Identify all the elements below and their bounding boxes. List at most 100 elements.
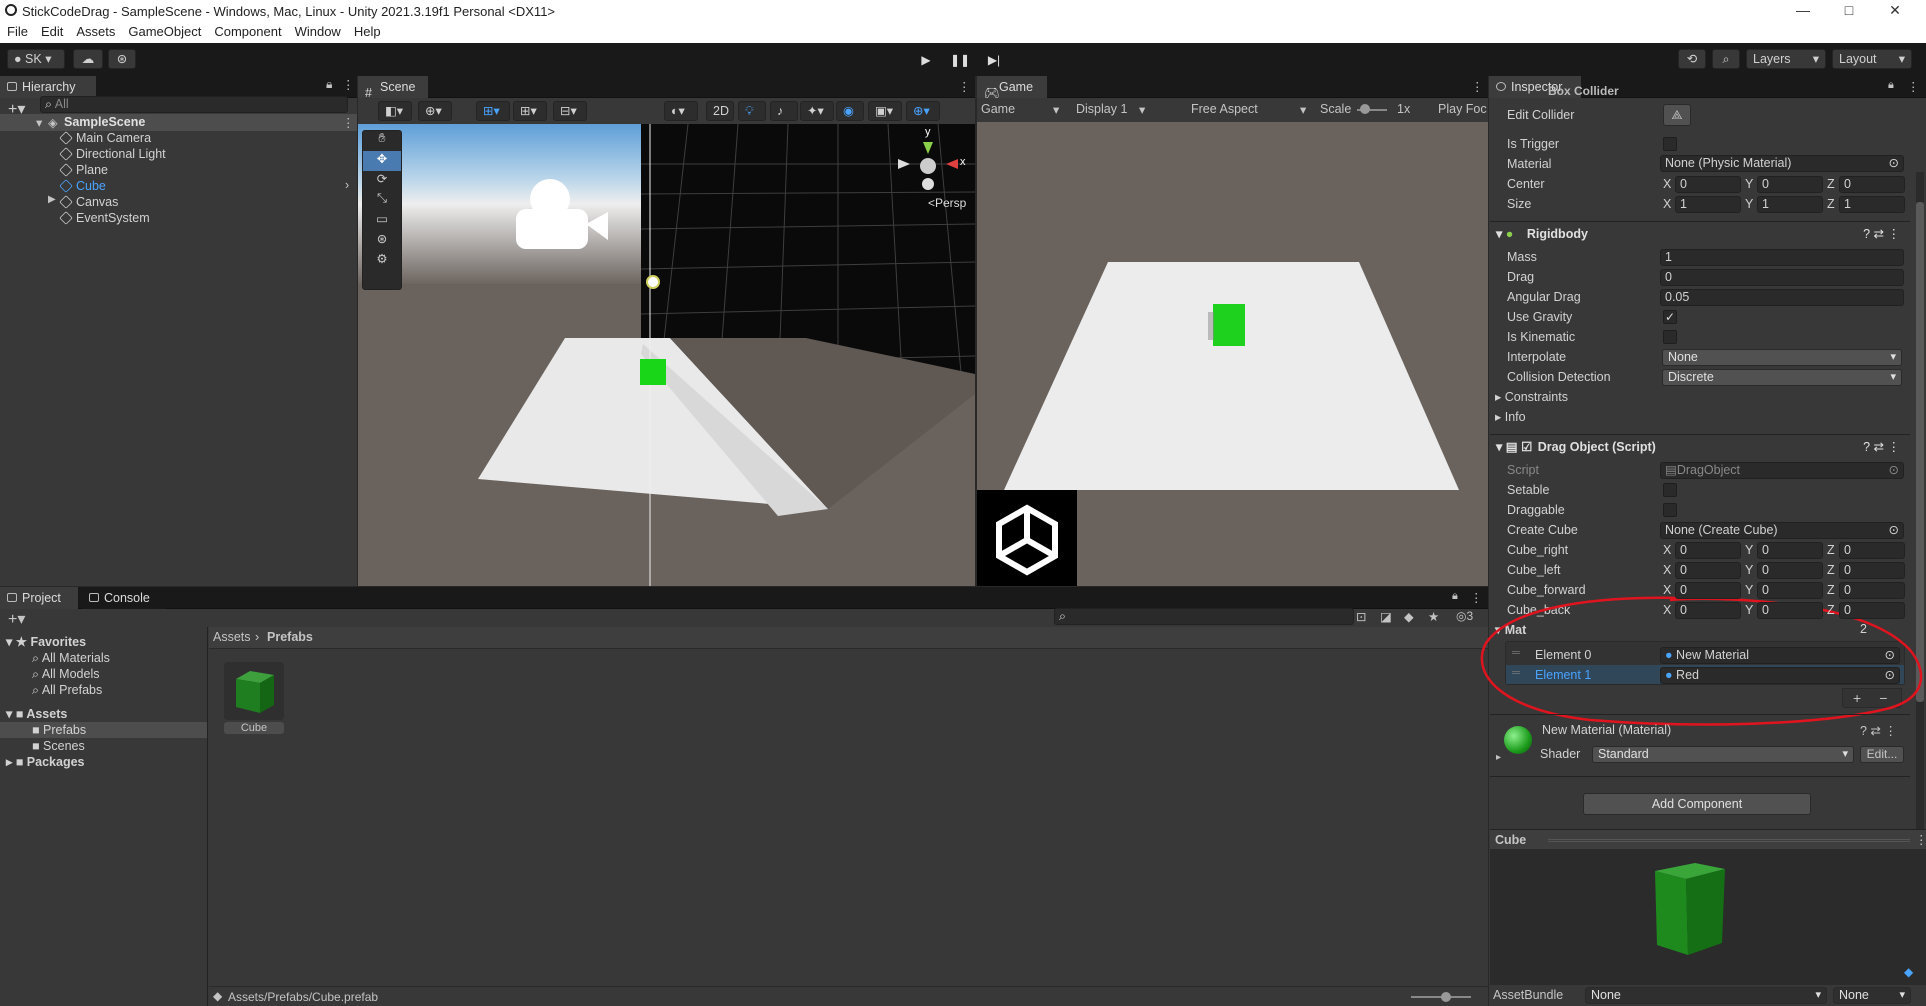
asset-bundle-dropdown[interactable]: None xyxy=(1585,987,1827,1004)
cube-right-y-axis-label[interactable]: Y xyxy=(1745,542,1753,559)
preview-menu-icon[interactable]: ⋮ xyxy=(1915,832,1926,847)
cloud-icon[interactable]: ☁ xyxy=(73,49,103,69)
folder-prefabs[interactable]: ■ Prefabs xyxy=(32,722,86,738)
hidden-objects-icon[interactable]: ◉ xyxy=(836,101,864,121)
hand-tool-icon[interactable]: ✋︎ xyxy=(363,131,401,151)
rect-tool-icon[interactable]: ▭ xyxy=(363,211,401,231)
draw-mode-dropdown[interactable]: ◧▾ xyxy=(378,101,412,121)
cube-forward-x-input[interactable]: 0 xyxy=(1675,582,1741,599)
pause-button[interactable]: ❚❚ xyxy=(946,50,974,70)
resize-grip[interactable] xyxy=(1548,839,1910,842)
cube-left-x-axis-label[interactable]: X xyxy=(1663,562,1671,579)
tag-icon[interactable]: ◆ xyxy=(1404,609,1414,624)
cube-right-z-input[interactable]: 0 xyxy=(1839,542,1905,559)
asset-cube[interactable]: Cube xyxy=(224,662,284,742)
center-z-axis-label[interactable]: Z xyxy=(1827,176,1835,193)
create-cube-field[interactable]: None (Create Cube) ⊙ xyxy=(1660,522,1904,539)
preview-area[interactable]: ◆ xyxy=(1490,849,1926,985)
create-asset-button[interactable]: +▾ xyxy=(8,609,25,629)
hierarchy-item-canvas[interactable]: Canvas xyxy=(59,194,118,210)
cube-forward-z-input[interactable]: 0 xyxy=(1839,582,1905,599)
mass-input[interactable]: 1 xyxy=(1660,249,1904,266)
constraints-foldout[interactable]: ▸ Constraints xyxy=(1495,388,1568,406)
tab-scene[interactable]: # Scene xyxy=(358,76,428,100)
cube-left-z-axis-label[interactable]: Z xyxy=(1827,562,1835,579)
perspective-label[interactable]: <Persp xyxy=(928,196,966,210)
folder-scenes[interactable]: ■ Scenes xyxy=(32,738,85,754)
scene-menu-icon[interactable]: ⋮ xyxy=(958,79,971,94)
edit-shader-button[interactable]: Edit... xyxy=(1860,746,1904,763)
hierarchy-item-main-camera[interactable]: Main Camera xyxy=(59,130,151,146)
lock-icon[interactable]: 🔒︎ xyxy=(1452,590,1458,603)
info-foldout[interactable]: ▸ Info xyxy=(1495,408,1526,426)
edit-collider-button-icon[interactable]: ⟁ xyxy=(1663,104,1691,126)
gizmos-dropdown[interactable]: ⊕▾ xyxy=(906,101,940,121)
interpolate-dropdown[interactable]: None xyxy=(1662,349,1902,366)
icon-size-slider-handle[interactable] xyxy=(1441,992,1451,1002)
component-actions-icon[interactable]: ? ⇄ ⋮ xyxy=(1863,222,1900,246)
cube-left-y-axis-label[interactable]: Y xyxy=(1745,562,1753,579)
grid-toggle[interactable]: ⊞▾ xyxy=(513,101,547,121)
move-tool-icon[interactable]: ✥ xyxy=(363,151,401,171)
tab-project[interactable]: Project xyxy=(0,587,78,609)
size-z-axis-label[interactable]: Z xyxy=(1827,196,1835,213)
tag-icon[interactable]: ◆ xyxy=(1904,965,1913,979)
panel-menu-icon[interactable]: ⋮ xyxy=(342,77,355,92)
layout-dropdown[interactable]: Layout ▾ xyxy=(1832,49,1912,69)
menu-help[interactable]: Help xyxy=(347,22,387,39)
is-trigger-checkbox[interactable] xyxy=(1663,137,1677,151)
cube-forward-x-axis-label[interactable]: X xyxy=(1663,582,1671,599)
lock-icon[interactable]: 🔒︎ xyxy=(326,77,332,92)
cube-left-z-input[interactable]: 0 xyxy=(1839,562,1905,579)
menu-window[interactable]: Window xyxy=(288,22,347,39)
component-actions-icon[interactable]: ? ⇄ ⋮ xyxy=(1863,435,1900,459)
hierarchy-item-eventsystem[interactable]: EventSystem xyxy=(59,210,150,226)
is-kinematic-checkbox[interactable] xyxy=(1663,330,1677,344)
custom-tool-icon[interactable]: ⚙︎ xyxy=(363,251,401,271)
object-picker-icon[interactable]: ⊙ xyxy=(1889,156,1899,171)
project-search-input[interactable]: ⌕ xyxy=(1054,608,1354,625)
setable-checkbox[interactable] xyxy=(1663,483,1677,497)
center-z-input[interactable]: 0 xyxy=(1839,176,1905,193)
scene-menu-icon[interactable]: ⋮ xyxy=(342,115,355,130)
cube-right-z-axis-label[interactable]: Z xyxy=(1827,542,1835,559)
cube-left-x-input[interactable]: 0 xyxy=(1675,562,1741,579)
maximize-button[interactable]: □ xyxy=(1826,0,1872,22)
component-actions-icon[interactable]: ? ⇄ ⋮ xyxy=(1860,723,1897,738)
size-z-input[interactable]: 1 xyxy=(1839,196,1905,213)
aspect-dropdown[interactable]: Free Aspect xyxy=(1191,102,1258,116)
fav-all-prefabs[interactable]: ⌕ All Prefabs xyxy=(32,682,102,698)
menu-file[interactable]: File xyxy=(0,22,34,39)
increment-toggle[interactable]: ⊟▾ xyxy=(553,101,587,121)
shading-dropdown[interactable]: ◐▾ xyxy=(664,101,698,121)
packages-folder[interactable]: ▸ ■ Packages xyxy=(6,754,84,770)
game-viewport[interactable] xyxy=(977,122,1488,586)
object-picker-icon[interactable]: ⊙ xyxy=(1889,523,1899,538)
preview-header[interactable]: Cube ⋮ xyxy=(1490,829,1926,849)
collision-detection-dropdown[interactable]: Discrete xyxy=(1662,369,1902,386)
expand-canvas-icon[interactable]: ▶ xyxy=(48,194,56,205)
physic-material-field[interactable]: None (Physic Material) ⊙ xyxy=(1660,155,1904,172)
box-collider-header[interactable]: Box Collider xyxy=(1548,84,1619,96)
angular-drag-input[interactable]: 0.05 xyxy=(1660,289,1904,306)
search-icon[interactable]: ⌕ xyxy=(1712,49,1740,69)
enabled-checkbox[interactable]: ☑ xyxy=(1521,440,1532,454)
scene-viewport[interactable]: ✋︎ ✥ ⟳ ⤡ ▭ ⊛ ⚙︎ y x <Persp xyxy=(358,124,975,586)
asset-bundle-variant-dropdown[interactable]: None xyxy=(1833,987,1911,1004)
camera-dropdown[interactable]: ▣▾ xyxy=(868,101,902,121)
menu-component[interactable]: Component xyxy=(207,22,287,39)
foldout-icon[interactable]: ▸ xyxy=(1496,752,1501,763)
cube-back-y-input[interactable]: 0 xyxy=(1757,602,1823,619)
cube-back-z-input[interactable]: 0 xyxy=(1839,602,1905,619)
2d-toggle[interactable]: 2D xyxy=(706,101,734,121)
hierarchy-item-cube[interactable]: Cube xyxy=(59,178,106,194)
history-icon[interactable]: ⟲ xyxy=(1678,49,1706,69)
cube-back-z-axis-label[interactable]: Z xyxy=(1827,602,1835,619)
search-by-type-icon[interactable]: ⊡ xyxy=(1356,609,1366,624)
global-dropdown[interactable]: ⊕▾ xyxy=(418,101,452,121)
hierarchy-item-directional-light[interactable]: Directional Light xyxy=(59,146,166,162)
scale-slider-handle[interactable] xyxy=(1360,104,1370,114)
cube-right-x-input[interactable]: 0 xyxy=(1675,542,1741,559)
play-focused-dropdown[interactable]: Play Foc xyxy=(1438,102,1487,116)
scale-tool-icon[interactable]: ⤡ xyxy=(363,191,401,211)
